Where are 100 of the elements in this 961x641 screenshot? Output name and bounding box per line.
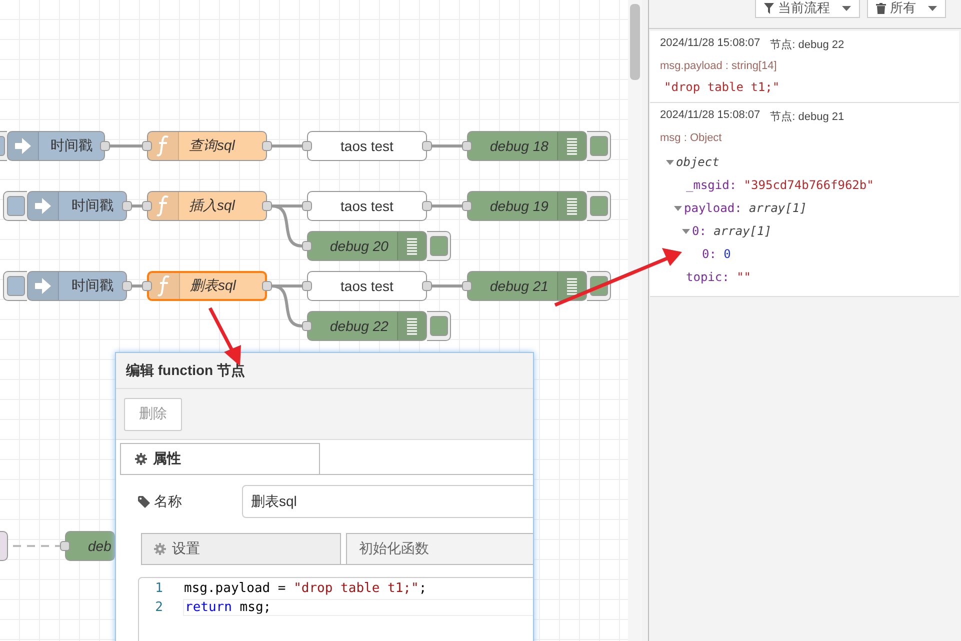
- dialog-title: 编辑 function 节点: [126, 362, 245, 380]
- tab-label: 属性: [153, 450, 181, 468]
- output-port[interactable]: [122, 281, 132, 291]
- debug-node[interactable]: debug 19: [467, 191, 587, 221]
- debug-node[interactable]: debug 22: [307, 311, 427, 341]
- node-label: debug 20: [329, 238, 390, 254]
- code-editor[interactable]: 1 msg.payload = "drop table t1;"; 2 return msg;: [138, 577, 533, 641]
- node-label: 插入sql: [188, 197, 236, 215]
- input-port[interactable]: [462, 201, 472, 211]
- output-port[interactable]: [422, 281, 432, 291]
- output-port[interactable]: [262, 201, 272, 211]
- debug-toggle-button[interactable]: [427, 231, 451, 261]
- debug-node[interactable]: debug 18: [467, 131, 587, 161]
- input-port[interactable]: [462, 141, 472, 151]
- inject-button[interactable]: [3, 191, 27, 221]
- node-label: 查询sql: [188, 137, 236, 155]
- debug-toggle-button[interactable]: [427, 311, 451, 341]
- property-key: topic:: [686, 270, 730, 284]
- debug-toggle-button[interactable]: [587, 191, 611, 221]
- trash-icon: [876, 2, 886, 14]
- field-label: 名称: [154, 492, 182, 510]
- input-port[interactable]: [302, 281, 312, 291]
- list-icon: [566, 197, 578, 215]
- code-line: msg.payload = "drop table t1;";: [183, 581, 428, 596]
- output-port[interactable]: [262, 141, 272, 151]
- output-port[interactable]: [422, 201, 432, 211]
- inject-button[interactable]: [3, 271, 27, 301]
- function-icon: [157, 275, 171, 297]
- clear-filter-button[interactable]: 所有: [867, 0, 946, 18]
- debug-node[interactable]: debug 21: [467, 271, 587, 301]
- output-port[interactable]: [100, 141, 110, 151]
- collapse-icon[interactable]: [682, 226, 690, 234]
- function-icon: [156, 195, 170, 217]
- message-time: 2024/11/28 15:08:07: [660, 37, 760, 51]
- output-port[interactable]: [122, 201, 132, 211]
- node-label: debug 22: [329, 318, 390, 334]
- settings-icon: [135, 453, 147, 465]
- inject-node[interactable]: 时间戳: [27, 191, 127, 221]
- function-icon: [156, 135, 170, 157]
- inject-node[interactable]: 时间戳: [27, 271, 127, 301]
- property-key: 0:: [702, 246, 716, 260]
- input-port[interactable]: [302, 321, 312, 331]
- tab-label: 设置: [172, 540, 200, 558]
- input-port[interactable]: [302, 241, 312, 251]
- input-port[interactable]: [142, 281, 152, 291]
- arrow-icon: [14, 137, 32, 155]
- input-port[interactable]: [462, 281, 472, 291]
- property-key: _msgid:: [686, 178, 737, 192]
- panel-splitter[interactable]: [642, 0, 649, 641]
- database-node[interactable]: taos test: [307, 191, 427, 221]
- collapse-icon[interactable]: [666, 158, 674, 166]
- function-node[interactable]: 插入sql: [147, 191, 267, 221]
- input-port[interactable]: [302, 141, 312, 151]
- flow-filter-button[interactable]: 当前流程: [755, 0, 860, 18]
- node-label: taos test: [340, 138, 394, 154]
- properties-tab[interactable]: 属性: [120, 443, 320, 474]
- debug-toggle-button[interactable]: [587, 131, 611, 161]
- input-port[interactable]: [142, 141, 152, 151]
- wire: [432, 284, 462, 288]
- wire: [132, 284, 142, 288]
- flow-canvas[interactable]: 时间戳 查询sql taos test debug 18 时间戳 插入sql taos test debug 19 debug 20 时间戳 删表sql taos test debug 21 debug 22 deb 编辑 function 节点 删除 属性 名称 删表sql 设置 初始化函数 1 msg.payload = "drop table t1;"; 2 return msg;: [0, 0, 628, 641]
- output-port[interactable]: [262, 281, 272, 291]
- debug-node[interactable]: deb: [65, 531, 115, 561]
- filter-icon: [764, 2, 774, 14]
- line-number: 1: [154, 581, 164, 596]
- property-type: array[1]: [712, 224, 772, 238]
- wire: [432, 144, 462, 148]
- node-label: debug 18: [489, 138, 550, 154]
- collapse-icon[interactable]: [674, 204, 682, 212]
- list-icon: [406, 317, 418, 335]
- tag-icon: [138, 496, 150, 508]
- message-path: msg.payload : string[14]: [660, 60, 778, 72]
- database-node[interactable]: taos test: [307, 131, 427, 161]
- node-label: 删表sql: [189, 277, 238, 295]
- database-node[interactable]: taos test: [307, 271, 427, 301]
- node-name-label: 节点: debug 22: [770, 38, 844, 52]
- wire: [132, 204, 142, 208]
- input-port[interactable]: [60, 541, 70, 551]
- wire: [110, 144, 142, 148]
- name-input[interactable]: 删表sql: [242, 485, 533, 518]
- debug-node[interactable]: debug 20: [307, 231, 427, 261]
- property-value: 0: [722, 246, 731, 260]
- node-label: 时间戳: [50, 137, 94, 155]
- function-node[interactable]: 删表sql: [147, 271, 267, 301]
- inject-node[interactable]: 时间戳: [7, 131, 105, 161]
- editor-tab[interactable]: 设置: [141, 533, 341, 564]
- function-node[interactable]: 查询sql: [147, 131, 267, 161]
- arrow-icon: [34, 277, 52, 295]
- line-number: 2: [154, 600, 164, 615]
- property-value: "": [736, 270, 752, 284]
- node-label: debug 21: [489, 278, 550, 294]
- node-label: taos test: [340, 278, 394, 294]
- output-port[interactable]: [422, 141, 432, 151]
- scrollbar-thumb[interactable]: [630, 4, 640, 80]
- input-port[interactable]: [302, 201, 312, 211]
- settings-icon: [154, 543, 166, 555]
- message-time: 2024/11/28 15:08:07: [660, 109, 760, 123]
- input-port[interactable]: [142, 201, 152, 211]
- editor-tab[interactable]: 初始化函数: [346, 533, 533, 564]
- property-key: payload:: [684, 200, 742, 214]
